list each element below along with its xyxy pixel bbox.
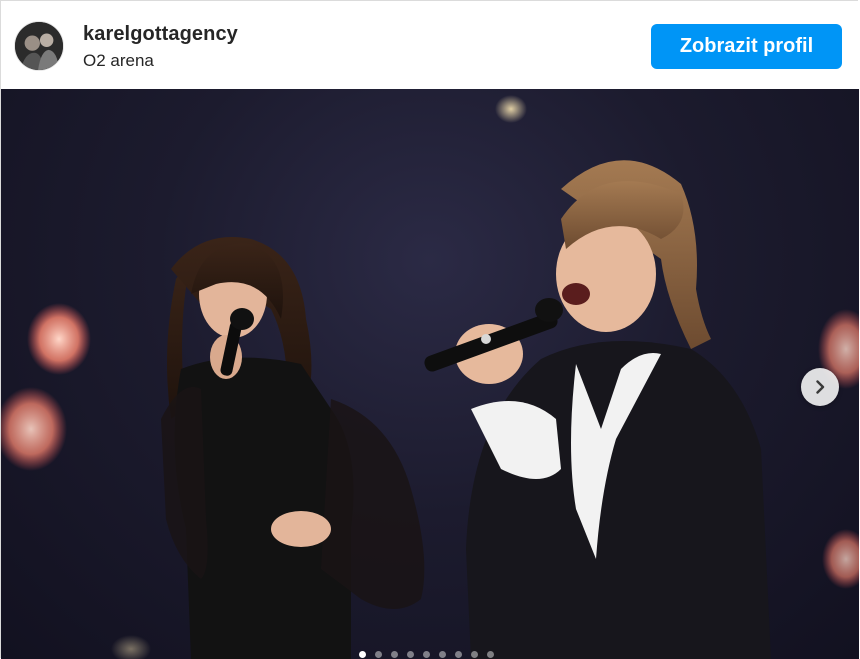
chevron-right-icon [816, 380, 825, 394]
carousel-dot [455, 651, 462, 658]
carousel-dot [375, 651, 382, 658]
instagram-embed: karelgottagency O2 arena Zobrazit profil [0, 0, 859, 659]
carousel-dot [439, 651, 446, 658]
next-slide-button[interactable] [801, 368, 839, 406]
concert-photo [1, 95, 859, 659]
carousel-dot [359, 651, 366, 658]
carousel-dot [423, 651, 430, 658]
carousel-dot [471, 651, 478, 658]
carousel-dot [407, 651, 414, 658]
view-profile-button[interactable]: Zobrazit profil [651, 24, 842, 69]
avatar[interactable] [14, 21, 64, 71]
carousel-dot [487, 651, 494, 658]
avatar-image [15, 22, 63, 70]
post-header: karelgottagency O2 arena Zobrazit profil [1, 1, 859, 89]
post-image[interactable] [1, 89, 859, 659]
location-link[interactable]: O2 arena [83, 51, 154, 71]
carousel-dot [391, 651, 398, 658]
username-link[interactable]: karelgottagency [83, 23, 238, 46]
